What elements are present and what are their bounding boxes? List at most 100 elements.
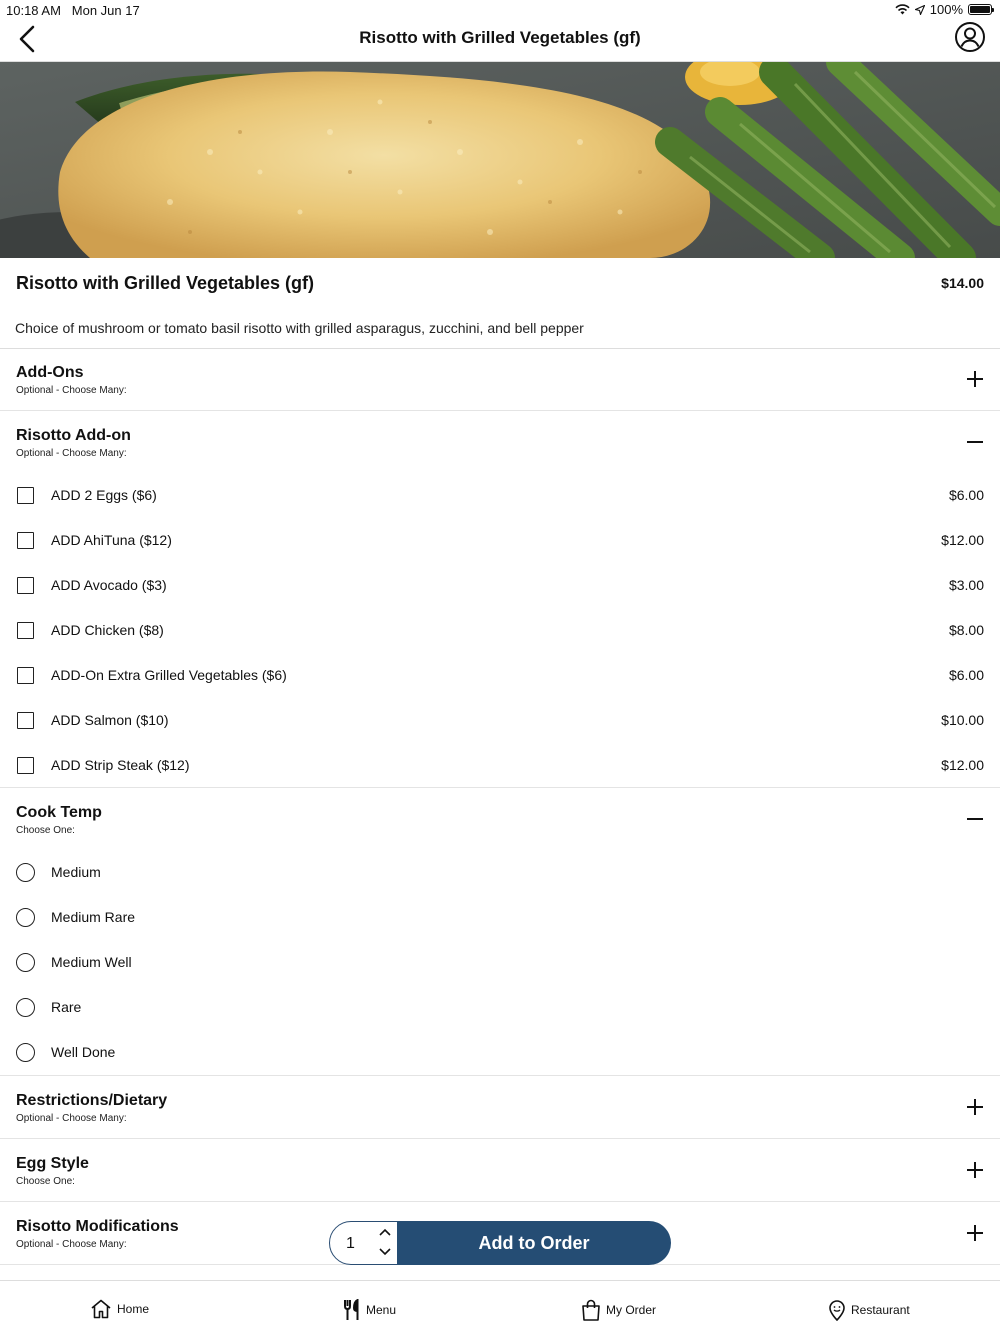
- section-subtitle: Choose One:: [16, 1176, 75, 1187]
- checkbox[interactable]: [17, 712, 34, 729]
- radio-button[interactable]: [16, 1043, 35, 1062]
- section-title: Risotto Add-on: [16, 427, 131, 444]
- radio-button[interactable]: [16, 953, 35, 972]
- option-label: Well Done: [51, 1044, 116, 1060]
- status-right: 100%: [895, 2, 994, 17]
- home-icon: [91, 1299, 111, 1319]
- dish-photo: [0, 62, 1000, 258]
- option-label: ADD-On Extra Grilled Vegetables ($6): [51, 667, 287, 683]
- radio-button[interactable]: [16, 998, 35, 1017]
- status-time: 10:18 AM Mon Jun 17: [6, 3, 140, 18]
- divider: [0, 1201, 1000, 1202]
- cook-temp-option[interactable]: Rare: [0, 985, 1000, 1030]
- radio-button[interactable]: [16, 908, 35, 927]
- divider: [0, 1075, 1000, 1076]
- section-subtitle: Optional - Choose Many:: [16, 448, 127, 459]
- cook-temp-option[interactable]: Well Done: [0, 1030, 1000, 1075]
- item-price: $14.00: [941, 275, 984, 291]
- addon-option[interactable]: ADD Salmon ($10) $10.00: [0, 698, 1000, 743]
- divider: [0, 410, 1000, 411]
- chevron-down-icon[interactable]: [377, 1245, 393, 1257]
- option-label: ADD 2 Eggs ($6): [51, 487, 157, 503]
- tab-label: Home: [117, 1302, 150, 1316]
- cook-temp-option[interactable]: Medium Rare: [0, 895, 1000, 940]
- quantity-value[interactable]: 1: [346, 1235, 355, 1253]
- addon-option[interactable]: ADD Avocado ($3) $3.00: [0, 563, 1000, 608]
- section-subtitle: Choose One:: [16, 825, 75, 836]
- tab-bar: Home Menu My Order Restaurant: [0, 1280, 1000, 1334]
- plus-icon[interactable]: [967, 371, 983, 387]
- section-title: Restrictions/Dietary: [16, 1092, 168, 1109]
- option-price: $6.00: [948, 487, 984, 503]
- section-cook-temp[interactable]: Cook Temp Choose One:: [0, 789, 1000, 851]
- option-label: Medium Well: [51, 954, 132, 970]
- cook-temp-option[interactable]: Medium: [0, 850, 1000, 895]
- tab-my-order[interactable]: My Order: [581, 1299, 656, 1321]
- option-price: $10.00: [941, 712, 984, 728]
- option-label: ADD Avocado ($3): [51, 577, 167, 593]
- option-price: $3.00: [948, 577, 984, 593]
- tab-home[interactable]: Home: [90, 1299, 149, 1319]
- plus-icon[interactable]: [967, 1099, 983, 1115]
- addon-option[interactable]: ADD Strip Steak ($12) $12.00: [0, 743, 1000, 788]
- nav-bar: Risotto with Grilled Vegetables (gf): [0, 20, 1000, 62]
- option-label: ADD Salmon ($10): [51, 712, 169, 728]
- tab-label: My Order: [606, 1303, 657, 1317]
- section-addons[interactable]: Add-Ons Optional - Choose Many:: [0, 349, 1000, 411]
- checkbox[interactable]: [17, 757, 34, 774]
- option-price: $6.00: [948, 667, 984, 683]
- tab-menu[interactable]: Menu: [343, 1299, 396, 1321]
- fork-knife-icon: [344, 1299, 359, 1320]
- option-label: ADD Chicken ($8): [51, 622, 164, 638]
- addon-option[interactable]: ADD Chicken ($8) $8.00: [0, 608, 1000, 653]
- location-arrow-icon: [914, 4, 925, 15]
- section-title: Egg Style: [16, 1155, 89, 1172]
- section-subtitle: Optional - Choose Many:: [16, 1113, 127, 1124]
- cook-temp-option[interactable]: Medium Well: [0, 940, 1000, 985]
- section-title: Add-Ons: [16, 364, 84, 381]
- option-price: $8.00: [948, 622, 984, 638]
- item-name: Risotto with Grilled Vegetables (gf): [16, 273, 315, 293]
- section-egg-style[interactable]: Egg Style Choose One:: [0, 1140, 1000, 1202]
- section-title: Cook Temp: [16, 804, 102, 821]
- section-risotto-addon[interactable]: Risotto Add-on Optional - Choose Many:: [0, 412, 1000, 474]
- user-circle-icon[interactable]: [954, 21, 986, 53]
- option-label: ADD AhiTuna ($12): [51, 532, 172, 548]
- checkbox[interactable]: [17, 667, 34, 684]
- divider: [0, 1138, 1000, 1139]
- option-label: Medium Rare: [51, 909, 136, 925]
- wifi-icon: [895, 4, 910, 15]
- option-label: Rare: [51, 999, 82, 1015]
- plus-icon[interactable]: [967, 1225, 983, 1241]
- section-title: Risotto Modifications: [16, 1218, 179, 1235]
- checkbox[interactable]: [17, 532, 34, 549]
- tab-label: Menu: [366, 1303, 397, 1317]
- section-subtitle: Optional - Choose Many:: [16, 1239, 127, 1250]
- battery-icon: [968, 4, 994, 15]
- battery-percent: 100%: [929, 2, 963, 17]
- checkbox[interactable]: [17, 487, 34, 504]
- tab-label: Restaurant: [851, 1303, 910, 1317]
- section-restrictions[interactable]: Restrictions/Dietary Optional - Choose M…: [0, 1077, 1000, 1139]
- option-price: $12.00: [941, 532, 984, 548]
- addon-option[interactable]: ADD-On Extra Grilled Vegetables ($6) $6.…: [0, 653, 1000, 698]
- minus-icon[interactable]: [967, 811, 983, 827]
- checkbox[interactable]: [17, 577, 34, 594]
- plus-icon[interactable]: [967, 1162, 983, 1178]
- status-bar: 10:18 AM Mon Jun 17 100%: [0, 0, 1000, 20]
- option-label: ADD Strip Steak ($12): [51, 757, 190, 773]
- option-label: Medium: [51, 864, 101, 880]
- radio-button[interactable]: [16, 863, 35, 882]
- minus-icon[interactable]: [967, 434, 983, 450]
- chevron-up-icon[interactable]: [377, 1227, 393, 1239]
- quantity-stepper[interactable]: 1: [329, 1221, 401, 1265]
- tab-restaurant[interactable]: Restaurant: [828, 1299, 910, 1321]
- battery-fill: [970, 6, 990, 13]
- addon-option[interactable]: ADD 2 Eggs ($6) $6.00: [0, 473, 1000, 518]
- add-to-order-button[interactable]: Add to Order: [397, 1221, 671, 1265]
- item-description: Choice of mushroom or tomato basil risot…: [15, 320, 584, 336]
- checkbox[interactable]: [17, 622, 34, 639]
- addon-option[interactable]: ADD AhiTuna ($12) $12.00: [0, 518, 1000, 563]
- shopping-bag-icon: [582, 1299, 600, 1321]
- page-title: Risotto with Grilled Vegetables (gf): [359, 28, 641, 47]
